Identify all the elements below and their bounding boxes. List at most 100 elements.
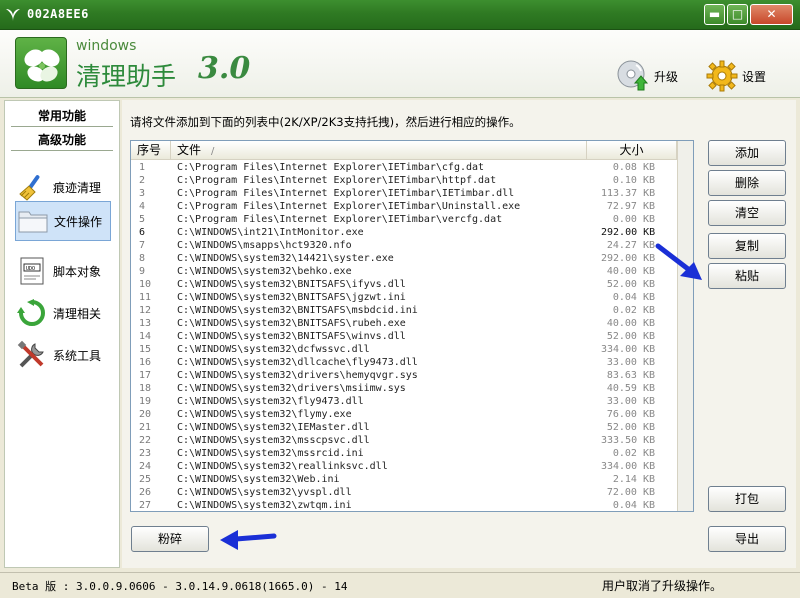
table-row[interactable]: 1 C:\Program Files\Internet Explorer\IETi… xyxy=(131,161,693,174)
table-row[interactable]: 20 C:\WINDOWS\system32\flymy.exe 76.00 KB xyxy=(131,408,693,421)
row-index: 4 xyxy=(139,201,146,212)
paste-button[interactable]: 粘贴 xyxy=(708,263,786,289)
row-file-size: 292.00 KB xyxy=(601,227,656,238)
clear-button[interactable]: 清空 xyxy=(708,200,786,226)
maximize-button[interactable]: □ xyxy=(727,4,748,25)
nav-advanced-functions[interactable]: 高级功能 xyxy=(11,129,113,151)
table-row[interactable]: 15 C:\WINDOWS\system32\dcfwssvc.dll 334.00… xyxy=(131,343,693,356)
row-file-path: C:\Program Files\Internet Explorer\IETim… xyxy=(177,162,485,173)
svg-text:UDO: UDO xyxy=(26,266,35,272)
table-row[interactable]: 26 C:\WINDOWS\system32\yvspl.dll 72.00 KB xyxy=(131,486,693,499)
brand-windows: windows xyxy=(76,38,137,54)
nav-label: 脚本对象 xyxy=(53,264,102,279)
table-row[interactable]: 22 C:\WINDOWS\system32\msscpsvc.dll 333.50… xyxy=(131,434,693,447)
row-file-path: C:\WINDOWS\system32\BNITSAFS\jgzwt.ini xyxy=(177,292,406,303)
row-index: 12 xyxy=(139,305,152,316)
table-row[interactable]: 10 C:\WINDOWS\system32\BNITSAFS\ifyvs.dll… xyxy=(131,278,693,291)
row-file-path: C:\WINDOWS\system32\drivers\hemyqvgr.sys xyxy=(177,370,418,381)
file-list[interactable]: 序号 文件 / 大小 1 C:\Program Files\Internet Exp… xyxy=(130,140,694,512)
row-index: 7 xyxy=(139,240,146,251)
row-file-path: C:\WINDOWS\system32\BNITSAFS\msbdcid.ini xyxy=(177,305,418,316)
row-index: 23 xyxy=(139,448,152,459)
table-row[interactable]: 7 C:\WINDOWS\msapps\hct9320.nfo 24.27 KB xyxy=(131,239,693,252)
table-row[interactable]: 27 C:\WINDOWS\system32\zwtqm.ini 0.04 KB xyxy=(131,499,693,511)
table-row[interactable]: 3 C:\Program Files\Internet Explorer\IETi… xyxy=(131,187,693,200)
brand-version: 3.0 xyxy=(198,51,251,86)
row-file-size: 52.00 KB xyxy=(606,279,655,290)
delete-button[interactable]: 删除 xyxy=(708,170,786,196)
row-file-path: C:\WINDOWS\system32\dcfwssvc.dll xyxy=(177,344,370,355)
table-row[interactable]: 6 C:\WINDOWS\int21\IntMonitor.exe 292.00 K… xyxy=(131,226,693,239)
row-index: 18 xyxy=(139,383,152,394)
table-row[interactable]: 25 C:\WINDOWS\system32\Web.ini 2.14 KB xyxy=(131,473,693,486)
row-file-size: 72.97 KB xyxy=(606,201,655,212)
logo-icon xyxy=(15,37,67,89)
row-file-path: C:\WINDOWS\system32\dllcache\fly9473.dll xyxy=(177,357,418,368)
arrow-annotation-icon xyxy=(655,243,702,280)
table-row[interactable]: 11 C:\WINDOWS\system32\BNITSAFS\jgzwt.ini… xyxy=(131,291,693,304)
status-bar: Beta 版 : 3.0.0.9.0606 - 3.0.14.9.0618(16… xyxy=(0,572,800,598)
column-index[interactable]: 序号 xyxy=(131,141,171,160)
nav-item-clean-related[interactable]: 清理相关 xyxy=(15,293,111,333)
row-file-size: 72.00 KB xyxy=(606,487,655,498)
minimize-button[interactable]: ▬ xyxy=(704,4,725,25)
row-index: 6 xyxy=(139,227,146,238)
folder-icon xyxy=(16,205,50,237)
table-row[interactable]: 17 C:\WINDOWS\system32\drivers\hemyqvgr.s… xyxy=(131,369,693,382)
pack-button[interactable]: 打包 xyxy=(708,486,786,512)
row-file-path: C:\WINDOWS\system32\flymy.exe xyxy=(177,409,352,420)
refresh-icon xyxy=(15,297,49,329)
row-index: 8 xyxy=(139,253,146,264)
settings-button[interactable]: 设置 xyxy=(706,58,766,94)
table-row[interactable]: 2 C:\Program Files\Internet Explorer\IETi… xyxy=(131,174,693,187)
arrow-annotation-icon xyxy=(220,530,277,550)
row-index: 16 xyxy=(139,357,152,368)
close-button[interactable]: ✕ xyxy=(750,4,793,25)
add-button[interactable]: 添加 xyxy=(708,140,786,166)
table-row[interactable]: 9 C:\WINDOWS\system32\behko.exe 40.00 KB xyxy=(131,265,693,278)
row-index: 24 xyxy=(139,461,152,472)
table-row[interactable]: 24 C:\WINDOWS\system32\reallinksvc.dll 334… xyxy=(131,460,693,473)
table-row[interactable]: 12 C:\WINDOWS\system32\BNITSAFS\msbdcid.i… xyxy=(131,304,693,317)
row-file-path: C:\WINDOWS\system32\reallinksvc.dll xyxy=(177,461,388,472)
vertical-scrollbar[interactable] xyxy=(677,141,693,511)
row-index: 10 xyxy=(139,279,152,290)
upgrade-button[interactable]: 升级 xyxy=(616,58,678,94)
nav-item-file-ops[interactable]: 文件操作 xyxy=(15,201,111,241)
row-file-size: 292.00 KB xyxy=(601,253,656,264)
table-row[interactable]: 8 C:\WINDOWS\system32\14421\syster.exe 292… xyxy=(131,252,693,265)
row-index: 22 xyxy=(139,435,152,446)
table-row[interactable]: 18 C:\WINDOWS\system32\drivers\msiimw.sys… xyxy=(131,382,693,395)
table-row[interactable]: 16 C:\WINDOWS\system32\dllcache\fly9473.d… xyxy=(131,356,693,369)
table-row[interactable]: 23 C:\WINDOWS\system32\mssrcid.ini 0.02 KB xyxy=(131,447,693,460)
row-file-path: C:\Program Files\Internet Explorer\IETim… xyxy=(177,214,503,225)
row-index: 11 xyxy=(139,292,152,303)
row-index: 20 xyxy=(139,409,152,420)
row-file-size: 0.04 KB xyxy=(612,292,655,303)
nav-item-script-objects[interactable]: UDO 脚本对象 xyxy=(15,251,111,291)
table-row[interactable]: 14 C:\WINDOWS\system32\BNITSAFS\winvs.dll… xyxy=(131,330,693,343)
table-row[interactable]: 19 C:\WINDOWS\system32\fly9473.dll 33.00 K… xyxy=(131,395,693,408)
copy-button[interactable]: 复制 xyxy=(708,233,786,259)
row-file-path: C:\Program Files\Internet Explorer\IETim… xyxy=(177,201,521,212)
shred-button[interactable]: 粉碎 xyxy=(131,526,209,552)
column-size[interactable]: 大小 xyxy=(587,141,677,160)
table-row[interactable]: 4 C:\Program Files\Internet Explorer\IETi… xyxy=(131,200,693,213)
instruction-text: 请将文件添加到下面的列表中(2K/XP/2K3支持托拽)，然后进行相应的操作。 xyxy=(130,115,521,129)
export-button[interactable]: 导出 xyxy=(708,526,786,552)
nav-common-functions[interactable]: 常用功能 xyxy=(11,105,113,127)
table-row[interactable]: 21 C:\WINDOWS\system32\IEMaster.dll 52.00 … xyxy=(131,421,693,434)
row-file-path: C:\WINDOWS\system32\BNITSAFS\winvs.dll xyxy=(177,331,406,342)
row-file-path: C:\WINDOWS\system32\zwtqm.ini xyxy=(177,500,352,511)
version-status: Beta 版 : 3.0.0.9.0606 - 3.0.14.9.0618(16… xyxy=(12,580,348,593)
table-row[interactable]: 13 C:\WINDOWS\system32\BNITSAFS\rubeh.exe… xyxy=(131,317,693,330)
row-file-size: 113.37 KB xyxy=(601,188,656,199)
row-index: 25 xyxy=(139,474,152,485)
row-file-size: 0.02 KB xyxy=(612,448,655,459)
row-file-size: 52.00 KB xyxy=(606,331,655,342)
row-file-size: 40.59 KB xyxy=(606,383,655,394)
column-file[interactable]: 文件 / xyxy=(171,141,587,160)
row-file-size: 334.00 KB xyxy=(601,344,656,355)
table-row[interactable]: 5 C:\Program Files\Internet Explorer\IETi… xyxy=(131,213,693,226)
nav-item-system-tools[interactable]: 系统工具 xyxy=(15,335,111,375)
